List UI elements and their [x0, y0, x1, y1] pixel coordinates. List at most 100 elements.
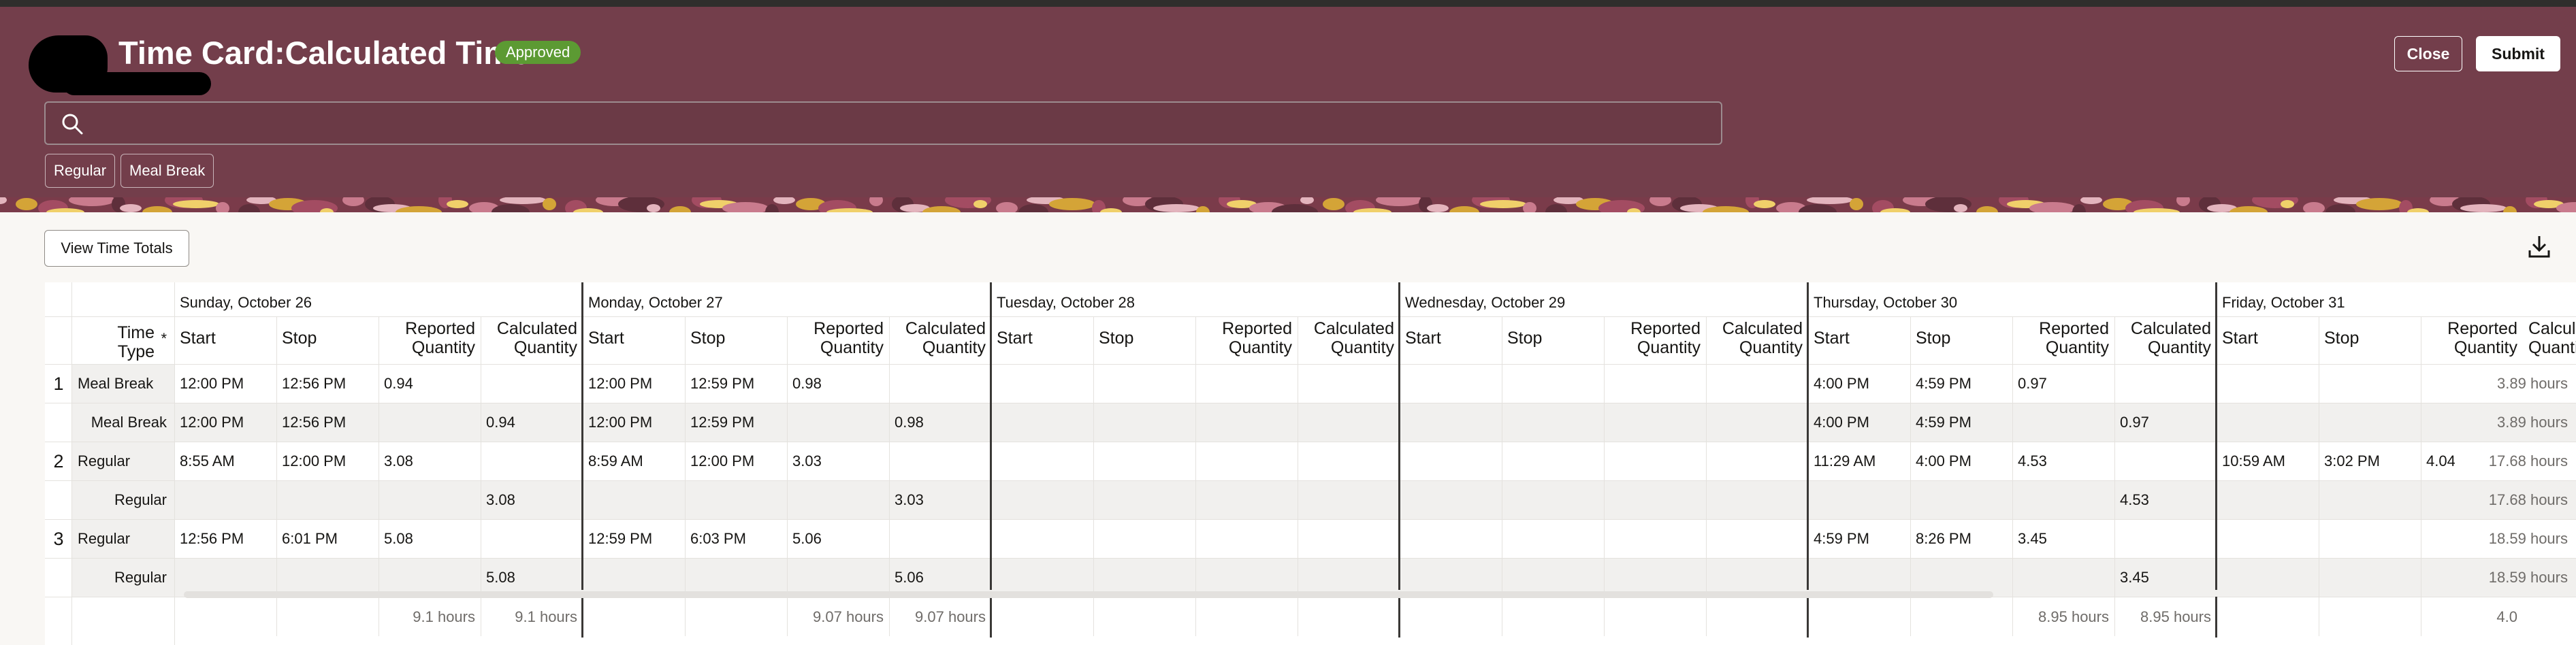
time-entry-cell[interactable] — [1400, 403, 1502, 442]
time-type-cell[interactable]: Meal Break — [72, 364, 175, 403]
time-entry-cell[interactable]: 4.53 — [2012, 442, 2114, 480]
time-entry-cell[interactable]: 3:02 PM — [2319, 442, 2421, 480]
time-entry-cell[interactable]: 5.08 — [379, 519, 481, 558]
time-entry-cell[interactable]: 12:56 PM — [174, 519, 276, 558]
time-entry-cell[interactable] — [1093, 480, 1195, 519]
time-entry-cell[interactable] — [685, 480, 787, 519]
time-entry-cell[interactable]: 11:29 AM — [1808, 442, 1910, 480]
time-entry-cell[interactable] — [2217, 364, 2319, 403]
time-entry-cell[interactable] — [1298, 442, 1400, 480]
download-icon[interactable] — [2528, 234, 2551, 259]
time-entry-cell[interactable] — [1400, 442, 1502, 480]
time-type-cell[interactable]: Regular — [72, 442, 175, 480]
time-entry-cell[interactable]: 12:59 PM — [583, 519, 685, 558]
time-entry-cell[interactable]: 0.94 — [379, 364, 481, 403]
time-entry-cell[interactable] — [1910, 480, 2012, 519]
time-entry-cell[interactable] — [1604, 364, 1706, 403]
search-input[interactable] — [44, 101, 1722, 145]
time-entry-cell[interactable] — [1400, 480, 1502, 519]
time-entry-cell[interactable]: 12:00 PM — [174, 364, 276, 403]
time-entry-cell[interactable]: 4.53 — [2114, 480, 2217, 519]
time-entry-cell[interactable] — [1604, 519, 1706, 558]
time-entry-cell[interactable] — [2012, 480, 2114, 519]
time-entry-cell[interactable]: 4:00 PM — [1808, 364, 1910, 403]
time-entry-cell[interactable] — [1093, 364, 1195, 403]
time-entry-cell[interactable] — [2217, 558, 2319, 597]
time-entry-cell[interactable]: 3.03 — [787, 442, 889, 480]
time-type-cell[interactable]: Regular — [72, 480, 175, 519]
time-entry-cell[interactable] — [2319, 558, 2421, 597]
time-entry-cell[interactable] — [1400, 364, 1502, 403]
time-entry-cell[interactable] — [2012, 403, 2114, 442]
time-entry-cell[interactable] — [481, 519, 583, 558]
time-entry-cell[interactable]: 10:59 AM — [2217, 442, 2319, 480]
time-entry-cell[interactable] — [2319, 519, 2421, 558]
time-entry-cell[interactable] — [379, 480, 481, 519]
time-entry-cell[interactable]: 0.97 — [2012, 364, 2114, 403]
time-entry-cell[interactable] — [1298, 519, 1400, 558]
time-entry-cell[interactable] — [1604, 442, 1706, 480]
time-entry-cell[interactable] — [787, 403, 889, 442]
time-entry-cell[interactable]: 8:59 AM — [583, 442, 685, 480]
time-entry-cell[interactable] — [991, 364, 1093, 403]
time-entry-cell[interactable]: 12:00 PM — [276, 442, 379, 480]
time-type-cell[interactable]: Regular — [72, 558, 175, 597]
time-entry-cell[interactable] — [276, 480, 379, 519]
time-entry-cell[interactable]: 4:59 PM — [1910, 364, 2012, 403]
time-entry-cell[interactable] — [1706, 519, 1808, 558]
horizontal-scrollbar[interactable] — [184, 591, 1993, 598]
time-entry-cell[interactable] — [2114, 364, 2217, 403]
time-entry-cell[interactable]: 4:59 PM — [1910, 403, 2012, 442]
time-entry-cell[interactable] — [889, 519, 991, 558]
time-entry-cell[interactable]: 12:00 PM — [583, 364, 685, 403]
time-entry-cell[interactable] — [1706, 480, 1808, 519]
time-entry-cell[interactable]: 0.94 — [481, 403, 583, 442]
time-entry-cell[interactable] — [2114, 519, 2217, 558]
time-type-cell[interactable]: Regular — [72, 519, 175, 558]
filter-chip-regular[interactable]: Regular — [45, 154, 116, 188]
time-entry-cell[interactable] — [379, 403, 481, 442]
time-entry-cell[interactable]: 4:00 PM — [1808, 403, 1910, 442]
time-entry-cell[interactable] — [583, 480, 685, 519]
close-button[interactable]: Close — [2394, 36, 2462, 71]
time-entry-cell[interactable]: 4:00 PM — [1910, 442, 2012, 480]
time-entry-cell[interactable] — [1195, 403, 1298, 442]
time-entry-cell[interactable] — [991, 480, 1093, 519]
time-entry-cell[interactable] — [1502, 403, 1604, 442]
time-entry-cell[interactable]: 12:56 PM — [276, 364, 379, 403]
time-entry-cell[interactable] — [1502, 364, 1604, 403]
time-entry-cell[interactable] — [1298, 364, 1400, 403]
time-entry-cell[interactable]: 6:03 PM — [685, 519, 787, 558]
time-entry-cell[interactable] — [1604, 403, 1706, 442]
time-entry-cell[interactable] — [1502, 442, 1604, 480]
time-entry-cell[interactable] — [787, 480, 889, 519]
time-entry-cell[interactable] — [1298, 403, 1400, 442]
time-entry-cell[interactable] — [1093, 403, 1195, 442]
time-entry-cell[interactable] — [1195, 519, 1298, 558]
time-entry-cell[interactable]: 6:01 PM — [276, 519, 379, 558]
time-entry-cell[interactable]: 0.98 — [787, 364, 889, 403]
time-entry-cell[interactable]: 8:55 AM — [174, 442, 276, 480]
time-entry-cell[interactable] — [481, 364, 583, 403]
time-entry-cell[interactable]: 3.03 — [889, 480, 991, 519]
time-entry-cell[interactable]: 12:59 PM — [685, 364, 787, 403]
filter-chip-meal-break[interactable]: Meal Break — [120, 154, 214, 188]
time-entry-cell[interactable] — [1706, 364, 1808, 403]
time-entry-cell[interactable] — [1195, 442, 1298, 480]
time-entry-cell[interactable] — [991, 519, 1093, 558]
time-entry-cell[interactable]: 12:59 PM — [685, 403, 787, 442]
time-entry-cell[interactable] — [2319, 403, 2421, 442]
time-entry-cell[interactable] — [1706, 403, 1808, 442]
time-entry-cell[interactable] — [2217, 480, 2319, 519]
time-entry-cell[interactable] — [1706, 442, 1808, 480]
time-entry-cell[interactable]: 5.06 — [787, 519, 889, 558]
time-entry-cell[interactable] — [1093, 442, 1195, 480]
time-entry-cell[interactable] — [174, 480, 276, 519]
time-entry-cell[interactable] — [2114, 442, 2217, 480]
time-entry-cell[interactable]: 8:26 PM — [1910, 519, 2012, 558]
time-entry-cell[interactable] — [2012, 558, 2114, 597]
time-entry-cell[interactable]: 3.08 — [379, 442, 481, 480]
time-entry-cell[interactable] — [1400, 519, 1502, 558]
time-entry-cell[interactable] — [991, 442, 1093, 480]
time-entry-cell[interactable] — [1093, 519, 1195, 558]
